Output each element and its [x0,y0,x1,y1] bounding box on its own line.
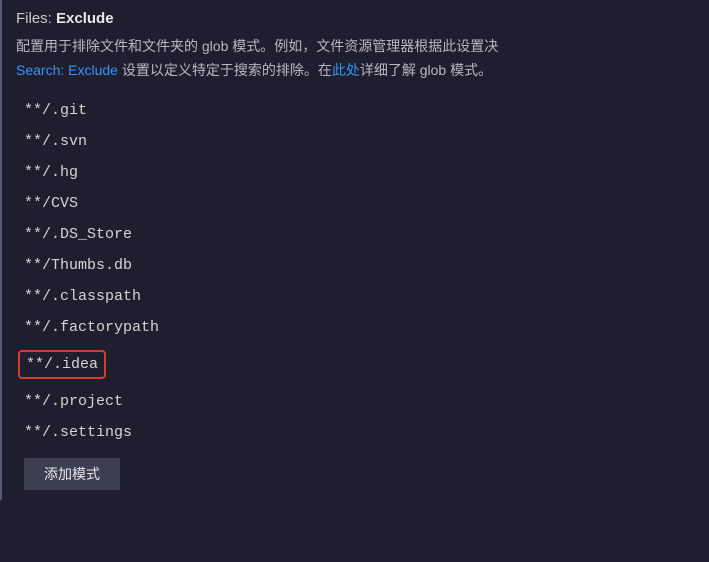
search-exclude-link[interactable]: Search: Exclude [16,62,118,78]
setting-name: Exclude [56,10,114,27]
pattern-text: **/.factorypath [24,319,159,336]
patterns-list: **/.git **/.svn **/.hg **/CVS **/.DS_Sto… [16,95,701,448]
list-item[interactable]: **/.git [16,95,701,126]
desc-text-1: 配置用于排除文件和文件夹的 glob 模式。例如，文件资源管理器根据此设置决 [16,38,498,54]
list-item[interactable]: **/.project [16,386,701,417]
glob-docs-link[interactable]: 此处 [332,62,360,78]
files-exclude-setting: Files: Exclude 配置用于排除文件和文件夹的 glob 模式。例如，… [0,0,701,500]
pattern-text: **/CVS [24,195,78,212]
setting-header: Files: Exclude [16,10,701,27]
list-item[interactable]: **/.svn [16,126,701,157]
desc-text-2: 设置以定义特定于搜索的排除。在 [118,62,332,78]
pattern-text-highlighted: **/.idea [18,350,106,379]
list-item[interactable]: **/Thumbs.db [16,250,701,281]
list-item[interactable]: **/.idea [16,343,701,386]
list-item[interactable]: **/CVS [16,188,701,219]
pattern-text: **/Thumbs.db [24,257,132,274]
desc-text-3: 详细了解 glob 模式。 [360,62,492,78]
pattern-text: **/.git [24,102,87,119]
list-item[interactable]: **/.DS_Store [16,219,701,250]
pattern-text: **/.classpath [24,288,141,305]
setting-category: Files: [16,10,56,27]
pattern-text: **/.project [24,393,123,410]
list-item[interactable]: **/.hg [16,157,701,188]
setting-description: 配置用于排除文件和文件夹的 glob 模式。例如，文件资源管理器根据此设置决 S… [16,35,701,83]
add-pattern-button[interactable]: 添加模式 [24,458,120,490]
pattern-text: **/.DS_Store [24,226,132,243]
list-item[interactable]: **/.factorypath [16,312,701,343]
list-item[interactable]: **/.settings [16,417,701,448]
pattern-text: **/.svn [24,133,87,150]
list-item[interactable]: **/.classpath [16,281,701,312]
pattern-text: **/.hg [24,164,78,181]
pattern-text: **/.settings [24,424,132,441]
